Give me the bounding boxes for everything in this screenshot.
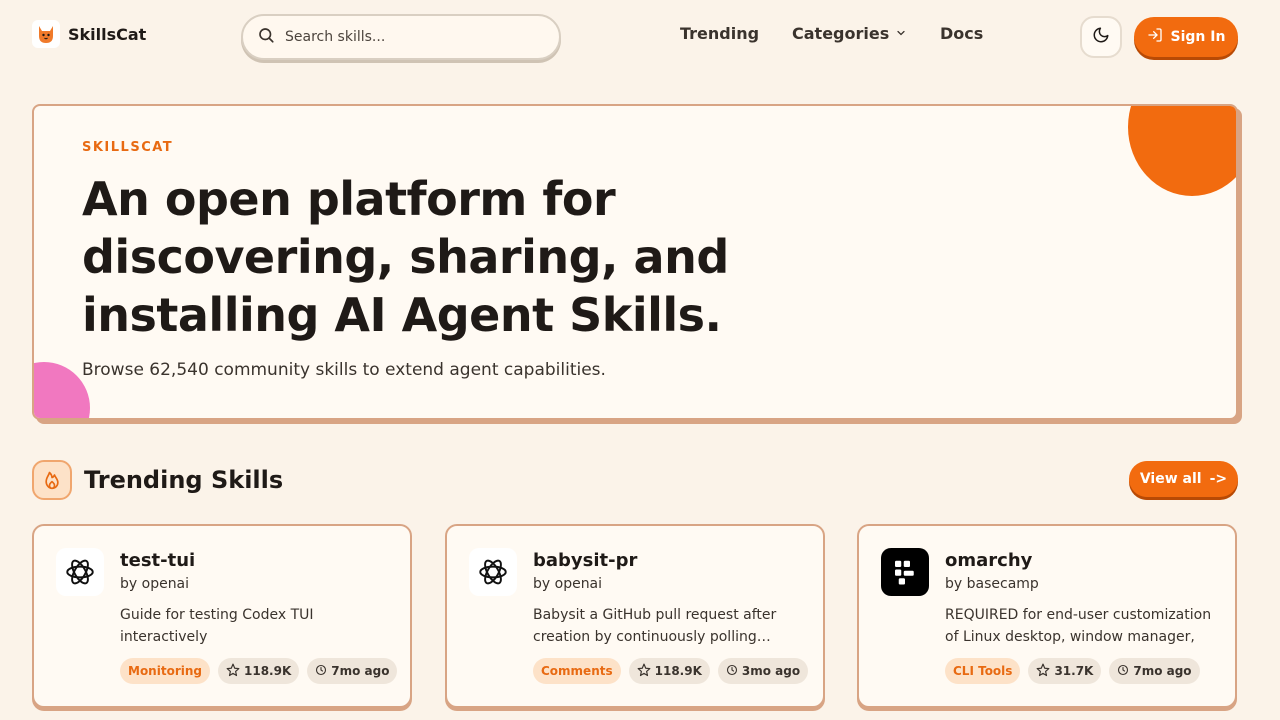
clock-icon xyxy=(726,664,738,679)
skill-card-omarchy[interactable]: omarchy by basecamp REQUIRED for end-use… xyxy=(857,524,1237,708)
skill-description: Babysit a GitHub pull request after crea… xyxy=(533,607,777,645)
star-icon xyxy=(226,663,240,680)
search-input[interactable] xyxy=(285,29,525,45)
star-icon xyxy=(1036,663,1050,680)
skill-author: by openai xyxy=(120,576,190,592)
stars-badge: 118.9K xyxy=(218,658,300,684)
hero-eyebrow: SKILLSCAT xyxy=(82,140,174,155)
nav-trending[interactable]: Trending xyxy=(680,24,759,43)
clock-icon xyxy=(1117,664,1129,679)
cat-logo-icon xyxy=(32,20,60,48)
view-all-label: View all xyxy=(1139,471,1202,487)
brand-logo[interactable]: SkillsCat xyxy=(32,20,146,48)
search-box[interactable] xyxy=(241,14,561,60)
updated-badge: 7mo ago xyxy=(1109,658,1200,684)
skill-card-test-tui[interactable]: test-tui by openai Guide for testing Cod… xyxy=(32,524,412,708)
skill-tags: Comments 118.9K 3mo ago xyxy=(533,658,809,684)
category-tag[interactable]: Comments xyxy=(533,658,621,684)
trending-title: Trending Skills xyxy=(84,466,284,494)
flame-icon xyxy=(32,460,72,500)
search-icon xyxy=(257,26,275,48)
star-icon xyxy=(637,663,651,680)
nav-docs[interactable]: Docs xyxy=(940,24,983,43)
skill-name: omarchy xyxy=(945,550,1033,571)
skill-card-babysit-pr[interactable]: babysit-pr by openai Babysit a GitHub pu… xyxy=(445,524,825,708)
chevron-down-icon xyxy=(895,24,907,43)
skill-description: Guide for testing Codex TUI interactivel… xyxy=(120,607,314,645)
openai-logo-icon xyxy=(56,548,104,596)
trending-section-header: Trending Skills xyxy=(32,460,283,500)
skill-tags: Monitoring 118.9K 7mo ago xyxy=(120,658,398,684)
brand-name: SkillsCat xyxy=(68,24,147,44)
hero-banner: SKILLSCAT An open platform for discoveri… xyxy=(32,104,1238,420)
updated-badge: 3mo ago xyxy=(717,658,809,684)
stars-count: 31.7K xyxy=(1054,664,1094,678)
updated-time: 3mo ago xyxy=(741,664,801,678)
stars-badge: 31.7K xyxy=(1028,658,1102,684)
category-tag[interactable]: Monitoring xyxy=(120,658,210,684)
skill-name: babysit-pr xyxy=(533,550,638,571)
stars-count: 118.9K xyxy=(244,664,292,678)
updated-time: 7mo ago xyxy=(331,664,390,678)
site-header: SkillsCat Trending Categories Docs Sign xyxy=(0,0,1280,72)
openai-logo-icon xyxy=(469,548,517,596)
category-tag[interactable]: CLI Tools xyxy=(945,658,1021,684)
log-in-icon xyxy=(1147,27,1163,47)
omarchy-logo-icon xyxy=(881,548,929,596)
skill-description: REQUIRED for end-user customization of L… xyxy=(945,607,1212,645)
skill-name: test-tui xyxy=(120,550,196,571)
clock-icon xyxy=(315,664,327,679)
hero-title: An open platform for discovering, sharin… xyxy=(82,172,729,342)
stars-count: 118.9K xyxy=(654,664,702,678)
sign-in-button[interactable]: Sign In xyxy=(1134,17,1238,57)
updated-badge: 7mo ago xyxy=(307,658,398,684)
nav-categories[interactable]: Categories xyxy=(792,24,907,43)
view-all-button[interactable]: View all -> xyxy=(1129,461,1238,497)
skill-author: by openai xyxy=(533,576,603,592)
stars-badge: 118.9K xyxy=(628,658,710,684)
skill-tags: CLI Tools 31.7K 7mo ago xyxy=(945,658,1200,684)
theme-toggle-button[interactable] xyxy=(1080,16,1122,58)
skill-author: by basecamp xyxy=(945,576,1039,592)
sign-in-label: Sign In xyxy=(1170,29,1226,45)
updated-time: 7mo ago xyxy=(1133,664,1192,678)
decorative-orange-circle xyxy=(1128,106,1236,196)
moon-icon xyxy=(1092,26,1110,48)
nav-categories-label: Categories xyxy=(792,24,890,43)
hero-subtitle: Browse 62,540 community skills to extend… xyxy=(82,360,606,380)
arrow-right-icon: -> xyxy=(1209,471,1228,487)
